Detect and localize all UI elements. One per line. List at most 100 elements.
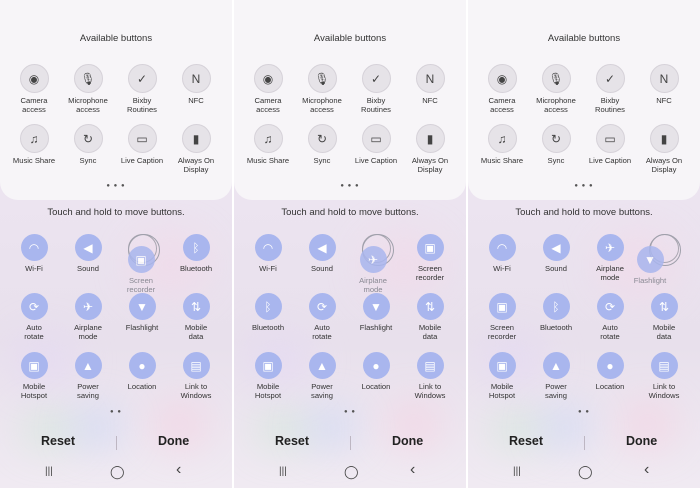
wifi-active-button[interactable]: ◠ Wi-Fi bbox=[241, 234, 295, 273]
mobile-data-icon: ⇅ bbox=[650, 293, 678, 320]
sync-available-button[interactable]: ↻ Sync bbox=[529, 124, 583, 165]
auto-rotate-active-button[interactable]: ⟳ Auto rotate bbox=[7, 293, 61, 341]
button-label: Mobile Hotspot bbox=[254, 382, 282, 400]
flashlight-active-button[interactable]: ▼ Flashlight bbox=[115, 293, 169, 332]
auto-rotate-active-button[interactable]: ⟳ Auto rotate bbox=[583, 293, 637, 341]
recents-icon[interactable]: ||| bbox=[513, 466, 521, 477]
mobile-hotspot-active-button[interactable]: ▣ Mobile Hotspot bbox=[7, 352, 61, 400]
wifi-active-button[interactable]: ◠ Wi-Fi bbox=[7, 234, 61, 273]
button-label: Location bbox=[127, 382, 157, 391]
location-active-button[interactable]: ● Location bbox=[115, 352, 169, 391]
microphone-available-button[interactable]: 🎙 Microphone access bbox=[529, 64, 583, 114]
location-active-button[interactable]: ● Location bbox=[583, 352, 637, 391]
live-caption-available-button[interactable]: ▭ Live Caption bbox=[583, 124, 637, 165]
drag-hint: Touch and hold to move buttons. bbox=[47, 207, 185, 218]
auto-rotate-icon: ⟳ bbox=[596, 293, 624, 320]
power-saving-active-button[interactable]: ▲ Power saving bbox=[529, 352, 583, 400]
button-label: Flashlight bbox=[125, 323, 159, 332]
button-label: Music Share bbox=[480, 156, 524, 165]
recents-icon[interactable]: ||| bbox=[279, 466, 287, 477]
sound-active-button[interactable]: ◀ Sound bbox=[529, 234, 583, 273]
mobile-hotspot-active-button[interactable]: ▣ Mobile Hotspot bbox=[475, 352, 529, 400]
dragging-button[interactable]: ▣ Screen recorder bbox=[114, 246, 168, 294]
reset-button[interactable]: Reset bbox=[275, 434, 309, 448]
bluetooth-active-button[interactable]: ᛒ Bluetooth bbox=[241, 293, 295, 332]
always-on-display-available-button[interactable]: ▮ Always On Display bbox=[169, 124, 223, 174]
button-label: Sync bbox=[547, 156, 565, 165]
power-saving-active-button[interactable]: ▲ Power saving bbox=[295, 352, 349, 400]
link-to-windows-icon: ▤ bbox=[416, 352, 444, 379]
sound-active-button[interactable]: ◀ Sound bbox=[61, 234, 115, 273]
button-label: Sound bbox=[77, 264, 99, 273]
button-label: Sync bbox=[313, 156, 331, 165]
mobile-hotspot-active-button[interactable]: ▣ Mobile Hotspot bbox=[241, 352, 295, 400]
sound-active-button[interactable]: ◀ Sound bbox=[295, 234, 349, 273]
back-icon[interactable]: ‹ bbox=[644, 461, 649, 479]
dragging-button[interactable]: ✈ Airplane mode bbox=[346, 246, 400, 294]
nfc-available-button[interactable]: N NFC bbox=[403, 64, 457, 105]
bixby-routines-available-button[interactable]: ✓ Bixby Routines bbox=[583, 64, 637, 114]
wifi-active-button[interactable]: ◠ Wi-Fi bbox=[475, 234, 529, 273]
button-label: Auto rotate bbox=[312, 323, 332, 341]
camera-available-button[interactable]: ◉ Camera access bbox=[7, 64, 61, 114]
always-on-display-available-button[interactable]: ▮ Always On Display bbox=[637, 124, 691, 174]
always-on-display-available-button[interactable]: ▮ Always On Display bbox=[403, 124, 457, 174]
flashlight-active-button[interactable]: ▼ Flashlight bbox=[349, 293, 403, 332]
nfc-available-button[interactable]: N NFC bbox=[637, 64, 691, 105]
live-caption-icon: ▭ bbox=[361, 124, 391, 153]
microphone-available-button[interactable]: 🎙 Microphone access bbox=[295, 64, 349, 114]
link-to-windows-active-button[interactable]: ▤ Link to Windows bbox=[403, 352, 457, 400]
link-to-windows-active-button[interactable]: ▤ Link to Windows bbox=[169, 352, 223, 400]
music-share-available-button[interactable]: ♫ Music Share bbox=[241, 124, 295, 165]
bixby-routines-available-button[interactable]: ✓ Bixby Routines bbox=[349, 64, 403, 114]
mobile-data-active-button[interactable]: ⇅ Mobile data bbox=[169, 293, 223, 341]
camera-available-button[interactable]: ◉ Camera access bbox=[241, 64, 295, 114]
button-label: Camera access bbox=[20, 96, 48, 114]
link-to-windows-active-button[interactable]: ▤ Link to Windows bbox=[637, 352, 691, 400]
airplane-active-button[interactable]: ✈ Airplane mode bbox=[61, 293, 115, 341]
sync-available-button[interactable]: ↻ Sync bbox=[295, 124, 349, 165]
auto-rotate-active-button[interactable]: ⟳ Auto rotate bbox=[295, 293, 349, 341]
microphone-available-button[interactable]: 🎙 Microphone access bbox=[61, 64, 115, 114]
home-icon[interactable]: ◯ bbox=[110, 464, 125, 480]
bixby-routines-available-button[interactable]: ✓ Bixby Routines bbox=[115, 64, 169, 114]
music-share-available-button[interactable]: ♫ Music Share bbox=[7, 124, 61, 165]
location-active-button[interactable]: ● Location bbox=[349, 352, 403, 391]
power-saving-icon: ▲ bbox=[542, 352, 570, 379]
power-saving-active-button[interactable]: ▲ Power saving bbox=[61, 352, 115, 400]
live-caption-available-button[interactable]: ▭ Live Caption bbox=[115, 124, 169, 165]
bluetooth-active-button[interactable]: ᛒ Bluetooth bbox=[169, 234, 223, 273]
reset-button[interactable]: Reset bbox=[509, 434, 543, 448]
sync-available-button[interactable]: ↻ Sync bbox=[61, 124, 115, 165]
auto-rotate-icon: ⟳ bbox=[308, 293, 336, 320]
button-label: Bluetooth bbox=[179, 264, 213, 273]
button-label: Screen recorder bbox=[415, 264, 445, 282]
camera-available-button[interactable]: ◉ Camera access bbox=[475, 64, 529, 114]
screen-recorder-active-button[interactable]: ▣ Screen recorder bbox=[475, 293, 529, 341]
nfc-available-button[interactable]: N NFC bbox=[169, 64, 223, 105]
bixby-routines-icon: ✓ bbox=[595, 64, 625, 93]
back-icon[interactable]: ‹ bbox=[176, 461, 181, 479]
sound-icon: ◀ bbox=[74, 234, 102, 261]
live-caption-available-button[interactable]: ▭ Live Caption bbox=[349, 124, 403, 165]
button-label: Wi-Fi bbox=[25, 264, 43, 273]
recents-icon[interactable]: ||| bbox=[45, 466, 53, 477]
reset-button[interactable]: Reset bbox=[41, 434, 75, 448]
back-icon[interactable]: ‹ bbox=[410, 461, 415, 479]
bluetooth-active-button[interactable]: ᛒ Bluetooth bbox=[529, 293, 583, 332]
footer-divider bbox=[584, 436, 585, 450]
available-buttons-title: Available buttons bbox=[547, 33, 621, 44]
home-icon[interactable]: ◯ bbox=[344, 464, 359, 480]
done-button[interactable]: Done bbox=[158, 434, 189, 448]
done-button[interactable]: Done bbox=[392, 434, 423, 448]
screen-recorder-active-button[interactable]: ▣ Screen recorder bbox=[403, 234, 457, 282]
location-icon: ● bbox=[596, 352, 624, 379]
music-share-available-button[interactable]: ♫ Music Share bbox=[475, 124, 529, 165]
dragging-button[interactable]: ▼ Flashlight bbox=[623, 246, 677, 285]
available-buttons-card: Available buttons ◉ Camera access 🎙 Micropho… bbox=[0, 0, 232, 200]
home-icon[interactable]: ◯ bbox=[578, 464, 593, 480]
button-label: Bluetooth bbox=[251, 323, 285, 332]
mobile-data-active-button[interactable]: ⇅ Mobile data bbox=[403, 293, 457, 341]
done-button[interactable]: Done bbox=[626, 434, 657, 448]
mobile-data-active-button[interactable]: ⇅ Mobile data bbox=[637, 293, 691, 341]
